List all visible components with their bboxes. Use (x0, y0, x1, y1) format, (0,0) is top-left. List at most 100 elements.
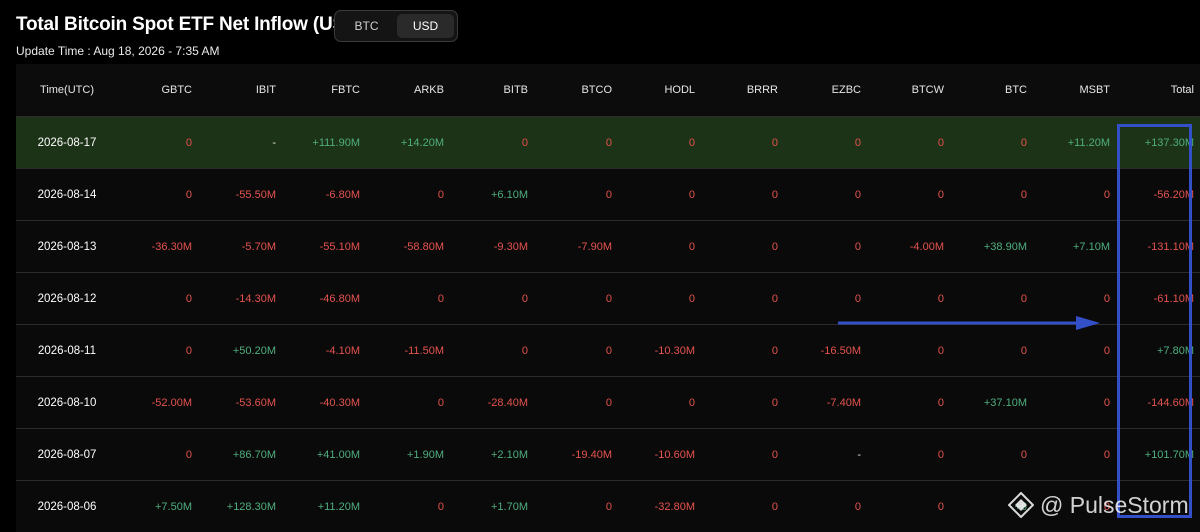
column-header-btco[interactable]: BTCO (538, 64, 622, 117)
annotation-arrow-icon (838, 316, 1100, 330)
table-row[interactable]: 2026-08-070+86.70M+41.00M+1.90M+2.10M-19… (16, 429, 1200, 481)
flow-cell: 0 (538, 377, 622, 429)
table-row[interactable]: 2026-08-13-36.30M-5.70M-55.10M-58.80M-9.… (16, 221, 1200, 273)
toggle-btc-button[interactable]: BTC (338, 14, 395, 38)
flow-cell: 0 (370, 377, 454, 429)
date-cell: 2026-08-13 (16, 221, 118, 273)
flow-cell: 0 (871, 117, 954, 169)
flow-cell: 0 (1037, 325, 1120, 377)
date-cell: 2026-08-06 (16, 481, 118, 532)
column-header-ezbc[interactable]: EZBC (788, 64, 871, 117)
column-header-btc[interactable]: BTC (954, 64, 1037, 117)
table-row[interactable]: 2026-08-170-+111.90M+14.20M0000000+11.20… (16, 117, 1200, 169)
flow-cell: 0 (871, 481, 954, 532)
page-title: Total Bitcoin Spot ETF Net Inflow (USD) (16, 14, 365, 36)
flow-cell: +38.90M (954, 221, 1037, 273)
flow-cell: +7.10M (1037, 221, 1120, 273)
flow-cell: -55.50M (202, 169, 286, 221)
flow-cell: +86.70M (202, 429, 286, 481)
flow-cell: 0 (1037, 429, 1120, 481)
flow-cell: +6.10M (454, 169, 538, 221)
flow-cell: -28.40M (454, 377, 538, 429)
date-cell: 2026-08-14 (16, 169, 118, 221)
flow-cell: 0 (871, 169, 954, 221)
update-time: Update Time : Aug 18, 2026 - 7:35 AM (16, 44, 219, 58)
flow-cell: 0 (1037, 377, 1120, 429)
column-header-total[interactable]: Total (1120, 64, 1200, 117)
toggle-usd-button[interactable]: USD (397, 14, 454, 38)
flow-cell: -40.30M (286, 377, 370, 429)
flow-cell: - (788, 429, 871, 481)
date-cell: 2026-08-17 (16, 117, 118, 169)
flow-cell: +14.20M (370, 117, 454, 169)
column-header-arkb[interactable]: ARKB (370, 64, 454, 117)
flow-cell: +2.10M (454, 429, 538, 481)
flow-cell: +111.90M (286, 117, 370, 169)
flow-cell: 0 (788, 221, 871, 273)
watermark: @ PulseStorm (1008, 490, 1189, 520)
flow-cell: -53.60M (202, 377, 286, 429)
column-header-time-utc[interactable]: Time(UTC) (16, 64, 118, 117)
flow-cell: 0 (118, 429, 202, 481)
flow-cell: 0 (954, 325, 1037, 377)
flow-cell: 0 (705, 325, 788, 377)
flow-cell: 0 (705, 221, 788, 273)
flow-cell: -58.80M (370, 221, 454, 273)
table-row[interactable]: 2026-08-10-52.00M-53.60M-40.30M0-28.40M0… (16, 377, 1200, 429)
flow-cell: 0 (454, 117, 538, 169)
flow-cell: 0 (622, 273, 705, 325)
etf-flow-table: Time(UTC)GBTCIBITFBTCARKBBITBBTCOHODLBRR… (16, 64, 1200, 532)
flow-cell: 0 (705, 377, 788, 429)
flow-cell: +1.70M (454, 481, 538, 532)
table-row[interactable]: 2026-08-140-55.50M-6.80M0+6.10M0000000-5… (16, 169, 1200, 221)
flow-cell: 0 (370, 273, 454, 325)
column-header-btcw[interactable]: BTCW (871, 64, 954, 117)
flow-cell: 0 (622, 377, 705, 429)
flow-cell: 0 (538, 273, 622, 325)
flow-cell: 0 (370, 481, 454, 532)
column-header-gbtc[interactable]: GBTC (118, 64, 202, 117)
table-header-row: Time(UTC)GBTCIBITFBTCARKBBITBBTCOHODLBRR… (16, 64, 1200, 117)
flow-cell: - (202, 117, 286, 169)
flow-cell: 0 (118, 273, 202, 325)
flow-cell: +50.20M (202, 325, 286, 377)
flow-cell: +1.90M (370, 429, 454, 481)
flow-cell: +11.20M (286, 481, 370, 532)
flow-cell: 0 (705, 481, 788, 532)
flow-cell: -36.30M (118, 221, 202, 273)
flow-cell: 0 (871, 325, 954, 377)
watermark-logo-icon (1008, 492, 1034, 518)
flow-cell: -52.00M (118, 377, 202, 429)
flow-cell: -4.00M (871, 221, 954, 273)
date-cell: 2026-08-12 (16, 273, 118, 325)
flow-cell: 0 (705, 117, 788, 169)
header: Total Bitcoin Spot ETF Net Inflow (USD) … (16, 10, 1200, 70)
column-header-bitb[interactable]: BITB (454, 64, 538, 117)
flow-cell: 0 (118, 117, 202, 169)
flow-cell: 0 (788, 117, 871, 169)
watermark-text: @ PulseStorm (1040, 492, 1189, 519)
currency-toggle[interactable]: BTC USD (334, 10, 458, 42)
column-header-ibit[interactable]: IBIT (202, 64, 286, 117)
table-row[interactable]: 2026-08-110+50.20M-4.10M-11.50M00-10.30M… (16, 325, 1200, 377)
flow-cell: 0 (705, 429, 788, 481)
column-header-brrr[interactable]: BRRR (705, 64, 788, 117)
flow-cell: 0 (118, 169, 202, 221)
flow-cell: +7.50M (118, 481, 202, 532)
flow-cell: -10.60M (622, 429, 705, 481)
date-cell: 2026-08-10 (16, 377, 118, 429)
flow-cell: 0 (871, 377, 954, 429)
flow-cell: +37.10M (954, 377, 1037, 429)
date-cell: 2026-08-07 (16, 429, 118, 481)
column-header-hodl[interactable]: HODL (622, 64, 705, 117)
flow-cell: -14.30M (202, 273, 286, 325)
flow-cell: 0 (871, 429, 954, 481)
flow-cell: +11.20M (1037, 117, 1120, 169)
column-header-msbt[interactable]: MSBT (1037, 64, 1120, 117)
column-header-fbtc[interactable]: FBTC (286, 64, 370, 117)
flow-cell: -46.80M (286, 273, 370, 325)
flow-cell: 0 (370, 169, 454, 221)
flow-cell: 0 (954, 117, 1037, 169)
flow-cell: -55.10M (286, 221, 370, 273)
flow-cell: 0 (622, 117, 705, 169)
